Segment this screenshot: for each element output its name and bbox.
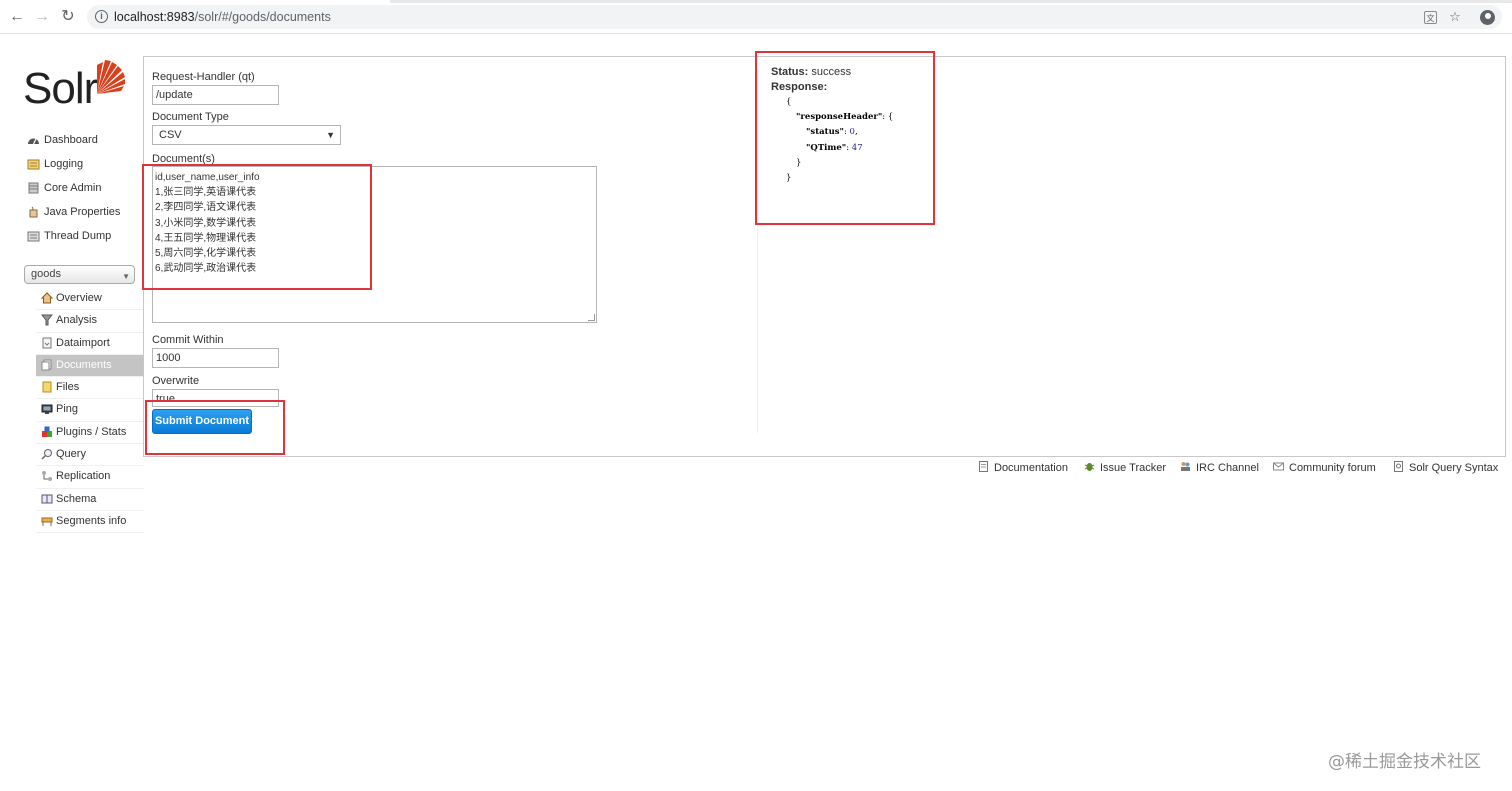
- dashboard-icon: [28, 138, 39, 145]
- sidebar-item-label: Java Properties: [44, 206, 121, 218]
- browser-toolbar: ← → ↻ i localhost:8983/solr/#/goods/docu…: [0, 0, 1512, 34]
- document-type-value: CSV: [159, 129, 182, 141]
- url-text[interactable]: localhost:8983/solr/#/goods/documents: [114, 10, 331, 24]
- footer-link-label: Solr Query Syntax: [1409, 462, 1499, 474]
- core-item-segments-info[interactable]: Segments info: [36, 511, 144, 534]
- sidebar-item-thread-dump[interactable]: Thread Dump: [24, 225, 144, 249]
- watermark: @稀土掘金技术社区: [1328, 752, 1481, 772]
- core-item-label: Replication: [56, 470, 111, 483]
- footer-link-label: Documentation: [994, 462, 1068, 474]
- thread-dump-icon: [27, 231, 40, 242]
- bug-icon: [1084, 463, 1095, 471]
- footer-link-irc-channel[interactable]: IRC Channel: [1180, 461, 1259, 474]
- solr-logo[interactable]: Solr: [23, 56, 133, 113]
- chevron-down-icon: ▼: [326, 130, 335, 140]
- overview-icon: [41, 292, 53, 304]
- footer-link-documentation[interactable]: Documentation: [978, 461, 1068, 474]
- chevron-down-icon: ▼: [122, 272, 130, 281]
- back-arrow-icon[interactable]: ←: [8, 8, 26, 26]
- mail-icon: [1273, 462, 1284, 471]
- sidebar-item-label: Thread Dump: [44, 230, 112, 242]
- tab-strip: [390, 0, 1512, 3]
- core-item-label: Schema: [56, 492, 97, 505]
- core-selector[interactable]: goods ▼: [24, 265, 135, 284]
- java-properties-icon: [29, 206, 38, 218]
- footer-link-label: Issue Tracker: [1100, 462, 1167, 474]
- footer-link-issue-tracker[interactable]: Issue Tracker: [1084, 461, 1166, 474]
- request-handler-input[interactable]: /update: [152, 85, 279, 105]
- overwrite-label: Overwrite: [152, 375, 200, 387]
- reload-icon[interactable]: ↻: [59, 8, 77, 26]
- footer-link-query-syntax[interactable]: Solr Query Syntax: [1393, 461, 1498, 474]
- documents-icon: [41, 359, 52, 371]
- sidebar-item-label: Logging: [44, 158, 84, 170]
- solr-sun-icon: [97, 60, 125, 94]
- core-item-ping[interactable]: Ping: [36, 399, 144, 422]
- core-item-plugins-stats[interactable]: Plugins / Stats: [36, 422, 144, 445]
- core-item-replication[interactable]: Replication: [36, 466, 144, 489]
- core-admin-icon: [28, 182, 39, 194]
- core-item-dataimport[interactable]: Dataimport: [36, 333, 144, 355]
- translate-icon[interactable]: 文: [1424, 11, 1437, 24]
- sidebar-item-label: Core Admin: [44, 182, 102, 194]
- highlight-submit: [145, 400, 285, 455]
- url-host: localhost:8983: [114, 10, 195, 24]
- core-item-analysis[interactable]: Analysis: [36, 310, 144, 333]
- replication-icon: [42, 471, 52, 482]
- bookmark-star-icon[interactable]: ☆: [1447, 9, 1463, 25]
- core-item-label: Query: [56, 448, 86, 461]
- schema-icon: [41, 494, 53, 504]
- core-menu: Overview Analysis Dataimport Documents F…: [36, 288, 144, 534]
- footer-link-label: Community forum: [1289, 462, 1376, 474]
- sidebar-menu: Dashboard Logging Core Admin Java Proper…: [24, 129, 144, 249]
- core-item-query[interactable]: Query: [36, 444, 144, 467]
- footer-link-community-forum[interactable]: Community forum: [1273, 461, 1376, 474]
- core-item-label: Dataimport: [56, 336, 110, 349]
- core-item-label: Segments info: [56, 514, 127, 527]
- resize-grip-icon[interactable]: [588, 314, 595, 321]
- request-handler-label: Request-Handler (qt): [152, 71, 255, 83]
- documentation-icon: [979, 461, 988, 472]
- plugins-icon: [42, 426, 52, 437]
- sidebar-item-core-admin[interactable]: Core Admin: [24, 177, 144, 201]
- core-item-schema[interactable]: Schema: [36, 489, 144, 511]
- segments-icon: [41, 517, 53, 526]
- query-icon: [41, 449, 52, 460]
- irc-channel-icon: [1181, 462, 1190, 471]
- footer-link-label: IRC Channel: [1196, 462, 1259, 474]
- profile-icon[interactable]: [1480, 10, 1495, 25]
- core-item-label: Ping: [56, 403, 79, 416]
- core-item-files[interactable]: Files: [36, 377, 144, 400]
- sidebar-item-java-properties[interactable]: Java Properties: [24, 201, 144, 225]
- core-item-label: Files: [56, 381, 80, 394]
- forward-arrow-icon[interactable]: →: [33, 8, 51, 26]
- document-type-label: Document Type: [152, 111, 229, 123]
- commit-within-input[interactable]: 1000: [152, 348, 279, 368]
- core-item-label: Documents: [56, 358, 112, 371]
- files-icon: [42, 381, 52, 393]
- core-item-label: Plugins / Stats: [56, 425, 127, 438]
- highlight-documents: [142, 164, 372, 290]
- query-syntax-icon: [1394, 461, 1403, 472]
- document-type-select[interactable]: CSV ▼: [152, 125, 341, 145]
- dataimport-icon: [42, 337, 52, 349]
- address-bar[interactable]: i localhost:8983/solr/#/goods/documents …: [87, 5, 1502, 29]
- url-path: /solr/#/goods/documents: [194, 10, 331, 24]
- highlight-response: [755, 51, 935, 225]
- sidebar-item-dashboard[interactable]: Dashboard: [24, 129, 144, 153]
- core-item-documents[interactable]: Documents: [36, 354, 144, 378]
- core-selector-value: goods: [31, 268, 61, 280]
- core-item-label: Analysis: [56, 314, 97, 327]
- analysis-icon: [41, 314, 53, 326]
- ping-icon: [41, 404, 53, 415]
- core-item-label: Overview: [56, 292, 102, 304]
- core-item-overview[interactable]: Overview: [36, 288, 144, 311]
- commit-within-label: Commit Within: [152, 334, 224, 346]
- logging-icon: [27, 159, 40, 170]
- sidebar-item-logging[interactable]: Logging: [24, 153, 144, 177]
- info-icon[interactable]: i: [95, 10, 108, 23]
- sidebar-item-label: Dashboard: [44, 134, 98, 146]
